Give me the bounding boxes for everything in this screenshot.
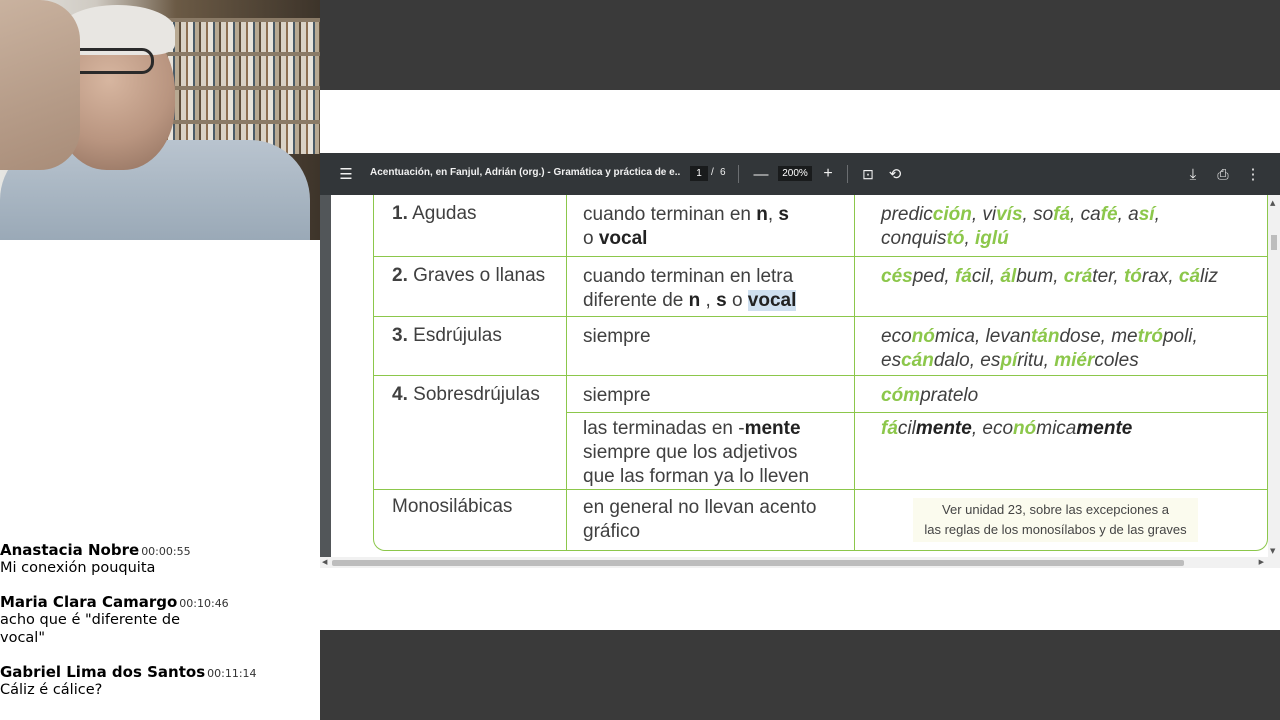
chat-message: Gabriel Lima dos Santos 00:11:14 Cáliz é … bbox=[0, 662, 320, 699]
chat-time: 00:10:46 bbox=[179, 597, 229, 610]
download-icon[interactable]: ⤓ bbox=[1180, 161, 1206, 187]
table-cell-type: Monosilábicas bbox=[374, 490, 567, 550]
horizontal-scrollbar[interactable]: ◀ ▶ bbox=[320, 557, 1280, 568]
books-decoration bbox=[155, 90, 320, 120]
table-cell-examples: predicción, vivís, sofá, café, así, conqu… bbox=[881, 204, 1160, 249]
table-cell-rule: cuando terminan en letra diferente de n ,… bbox=[567, 257, 855, 316]
books-decoration bbox=[155, 22, 320, 52]
person-arm bbox=[0, 0, 80, 170]
scroll-up-icon[interactable]: ▲ bbox=[1270, 199, 1275, 207]
example-subcell: cómpratelo bbox=[855, 376, 1267, 413]
scroll-right-icon[interactable]: ▶ bbox=[1259, 558, 1264, 566]
table-row: 4. Sobresdrújulas siempre las terminadas… bbox=[374, 376, 1267, 490]
vertical-scrollbar[interactable]: ▲ ▼ bbox=[1268, 195, 1280, 557]
table-cell-examples: económica, levantándose, metrópoli, escán… bbox=[881, 326, 1198, 371]
chat-time: 00:11:14 bbox=[207, 667, 257, 680]
toolbar-divider bbox=[738, 165, 739, 183]
rotate-icon[interactable]: ⟲ bbox=[882, 161, 908, 187]
table-cell-rule: cuando terminan en n, so vocal bbox=[567, 195, 855, 256]
chat-panel: Anastacia Nobre 00:00:55 Mi conexión pouq… bbox=[0, 540, 320, 714]
table-cell-type: 2. Graves o llanas bbox=[374, 257, 567, 316]
rule-subcell: siempre bbox=[567, 376, 854, 413]
pdf-page: 1. Agudas cuando terminan en n, so vocal… bbox=[331, 195, 1268, 557]
table-cell-rule: siempre las terminadas en -mente siempre … bbox=[567, 376, 855, 489]
screen-share-letterbox-top bbox=[320, 0, 1280, 90]
scrollbar-thumb[interactable] bbox=[1271, 235, 1277, 250]
pdf-toolbar: ☰ Acentuación, en Fanjul, Adrián (org.) … bbox=[320, 153, 1280, 195]
chat-text: acho que é "diferente de vocal" bbox=[0, 612, 181, 646]
table-cell-rule: en general no llevan acento gráfico bbox=[567, 490, 855, 550]
toolbar-divider bbox=[847, 165, 848, 183]
scroll-left-icon[interactable]: ◀ bbox=[322, 558, 327, 566]
table-row: Monosilábicas en general no llevan acent… bbox=[374, 490, 1267, 550]
menu-icon[interactable]: ☰ bbox=[333, 161, 359, 187]
pdf-viewer: ☰ Acentuación, en Fanjul, Adrián (org.) … bbox=[320, 153, 1280, 568]
table-row: 2. Graves o llanas cuando terminan en le… bbox=[374, 257, 1267, 317]
table-cell-examples: Ver unidad 23, sobre las excepciones a la… bbox=[855, 490, 1267, 550]
meeting-window: Anastacia Nobre 00:00:55 Mi conexión pouq… bbox=[0, 0, 1280, 720]
example-subcell: fácilmente, económicamente bbox=[881, 418, 1133, 439]
table-cell-examples: césped, fácil, álbum, cráter, tórax, cál… bbox=[881, 266, 1218, 287]
accent-rules-table: 1. Agudas cuando terminan en n, so vocal… bbox=[373, 195, 1268, 551]
fit-page-icon[interactable]: ⊡ bbox=[855, 161, 881, 187]
chat-message: Maria Clara Camargo 00:10:46 acho que é "… bbox=[0, 592, 320, 647]
person-glasses bbox=[68, 48, 154, 74]
table-row: 1. Agudas cuando terminan en n, so vocal… bbox=[374, 195, 1267, 257]
chat-author: Anastacia Nobre bbox=[0, 541, 140, 559]
zoom-out-icon[interactable]: — bbox=[748, 161, 774, 187]
table-cell-rule: siempre bbox=[567, 317, 855, 375]
table-cell-type: 4. Sobresdrújulas bbox=[374, 376, 567, 489]
more-options-icon[interactable]: ⋮ bbox=[1240, 161, 1266, 187]
page-number-input[interactable]: 1 bbox=[690, 166, 708, 181]
page-separator: / bbox=[711, 167, 714, 178]
chat-author: Maria Clara Camargo bbox=[0, 593, 178, 611]
document-title: Acentuación, en Fanjul, Adrián (org.) - … bbox=[370, 167, 680, 178]
chat-author: Gabriel Lima dos Santos bbox=[0, 663, 206, 681]
webcam-video bbox=[0, 0, 320, 240]
books-decoration bbox=[155, 56, 320, 86]
rule-subcell: las terminadas en -mente siempre que los … bbox=[583, 418, 810, 487]
chat-text: Cáliz é cálice? bbox=[0, 682, 103, 698]
scrollbar-thumb[interactable] bbox=[332, 560, 1184, 566]
table-row: 3. Esdrújulas siempre económica, levantá… bbox=[374, 317, 1267, 376]
note-box: Ver unidad 23, sobre las excepciones a la… bbox=[913, 498, 1198, 542]
scroll-down-icon[interactable]: ▼ bbox=[1270, 547, 1275, 555]
table-cell-type: 1. Agudas bbox=[374, 195, 567, 256]
chat-time: 00:00:55 bbox=[141, 545, 191, 558]
chat-message: Anastacia Nobre 00:00:55 Mi conexión pouq… bbox=[0, 540, 320, 577]
print-icon[interactable]: ⎙ bbox=[1210, 161, 1236, 187]
zoom-input[interactable]: 200% bbox=[778, 166, 812, 181]
screen-share-letterbox-bottom bbox=[320, 630, 1280, 720]
chat-text: Mi conexión pouquita bbox=[0, 560, 156, 576]
table-cell-type: 3. Esdrújulas bbox=[374, 317, 567, 375]
zoom-in-icon[interactable]: + bbox=[815, 161, 841, 187]
page-total: 6 bbox=[720, 167, 726, 178]
table-cell-examples: cómpratelo fácilmente, económicamente bbox=[855, 376, 1267, 489]
